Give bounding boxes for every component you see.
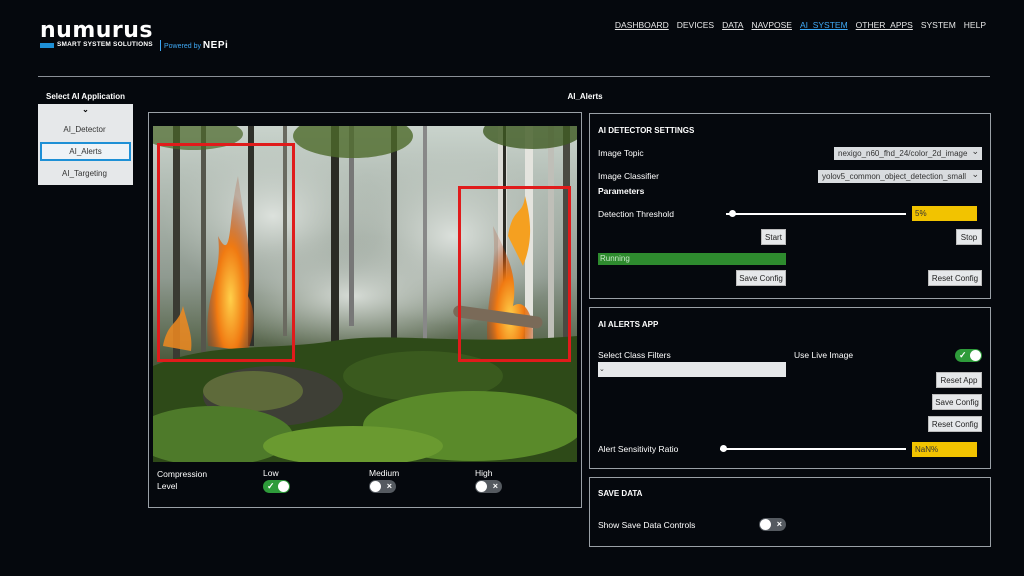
class-filters-label: Select Class Filters <box>598 350 671 360</box>
detection-threshold-label: Detection Threshold <box>598 209 674 219</box>
alerts-save-config-button[interactable]: Save Config <box>932 394 982 410</box>
app-item-ai-targeting[interactable]: AI_Targeting <box>40 165 129 182</box>
reset-app-button[interactable]: Reset App <box>936 372 982 388</box>
compression-low-toggle[interactable]: ✓ <box>263 480 290 493</box>
x-icon: × <box>776 519 782 529</box>
image-topic-label: Image Topic <box>598 148 644 158</box>
stop-button[interactable]: Stop <box>956 229 982 245</box>
compression-medium-label: Medium <box>369 468 400 478</box>
nav-help[interactable]: HELP <box>964 20 986 30</box>
image-viewer-panel: Compression Level Low ✓ Medium × High × <box>148 112 582 508</box>
nepi-logo: NEPi <box>202 40 229 51</box>
reset-config-button[interactable]: Reset Config <box>928 270 982 286</box>
nav-data[interactable]: DATA <box>722 20 743 30</box>
nav-other-apps[interactable]: OTHER_APPS <box>856 20 913 30</box>
detection-threshold-value[interactable]: 5% <box>912 206 977 221</box>
show-save-data-toggle[interactable]: × <box>759 518 786 531</box>
alert-sensitivity-thumb[interactable] <box>720 445 727 452</box>
alert-sensitivity-slider[interactable] <box>720 448 906 450</box>
save-config-button[interactable]: Save Config <box>736 270 786 286</box>
chevron-down-icon[interactable]: ⌄ <box>38 105 133 114</box>
detection-threshold-slider[interactable] <box>726 213 906 215</box>
detector-settings-title: AI DETECTOR SETTINGS <box>598 126 695 135</box>
use-live-image-toggle[interactable]: ✓ <box>955 349 982 362</box>
alerts-reset-config-button[interactable]: Reset Config <box>928 416 982 432</box>
nav-dashboard[interactable]: DASHBOARD <box>615 20 669 30</box>
save-data-title: SAVE DATA <box>598 489 643 498</box>
nav-ai-system[interactable]: AI_SYSTEM <box>800 20 848 30</box>
alerts-app-title: AI ALERTS APP <box>598 320 659 329</box>
ai-alerts-app-panel: AI ALERTS APP Select Class Filters ⌄ Use… <box>589 307 991 469</box>
image-classifier-select[interactable]: yolov5_common_object_detection_small <box>818 168 982 183</box>
class-filters-select[interactable]: ⌄ <box>598 362 786 377</box>
compression-high-label: High <box>475 468 493 478</box>
detection-box-fire-1 <box>157 143 295 362</box>
app-item-ai-detector[interactable]: AI_Detector <box>40 121 129 138</box>
alert-sensitivity-value[interactable]: NaN% <box>912 442 977 457</box>
start-button[interactable]: Start <box>761 229 786 245</box>
logo-tagline: SMART SYSTEM SOLUTIONS <box>57 41 153 48</box>
check-icon: ✓ <box>959 350 967 360</box>
show-save-data-label: Show Save Data Controls <box>598 520 696 530</box>
compression-medium-toggle[interactable]: × <box>369 480 396 493</box>
x-icon: × <box>386 481 392 491</box>
use-live-image-label: Use Live Image <box>794 350 854 360</box>
app-selector-list: ⌄ AI_Detector AI_Alerts AI_Targeting <box>38 104 133 185</box>
numurus-logo: numurus <box>40 18 154 43</box>
check-icon: ✓ <box>267 481 275 491</box>
ai-detector-settings-panel: AI DETECTOR SETTINGS Image Topic nexigo_… <box>589 113 991 299</box>
compression-low-label: Low <box>263 468 279 478</box>
powered-by-nepi: Powered by NEPi <box>160 40 228 51</box>
page-title: AI_Alerts <box>567 92 603 101</box>
image-topic-select[interactable]: nexigo_n60_fhd_24/color_2d_image <box>834 145 982 160</box>
compression-high-toggle[interactable]: × <box>475 480 502 493</box>
app-item-ai-alerts[interactable]: AI_Alerts <box>40 142 131 161</box>
save-data-panel: SAVE DATA Show Save Data Controls × <box>589 477 991 547</box>
parameters-label: Parameters <box>598 186 645 196</box>
detection-threshold-thumb[interactable] <box>729 210 736 217</box>
app-selector-title: Select AI Application <box>46 92 125 101</box>
header-divider <box>38 76 990 77</box>
live-image <box>153 126 577 462</box>
logo-accent-bar <box>40 43 54 48</box>
compression-level-label: Compression Level <box>157 469 208 491</box>
nav-devices[interactable]: DEVICES <box>677 20 714 30</box>
nav-navpose[interactable]: NAVPOSE <box>751 20 791 30</box>
x-icon: × <box>492 481 498 491</box>
powered-prefix: Powered by <box>164 43 201 50</box>
chevron-down-icon: ⌄ <box>599 366 605 373</box>
image-classifier-label: Image Classifier <box>598 171 659 181</box>
detection-box-fire-2 <box>458 186 571 362</box>
nav-system[interactable]: SYSTEM <box>921 20 956 30</box>
alert-sensitivity-label: Alert Sensitivity Ratio <box>598 444 679 454</box>
running-status-bar: Running <box>598 253 786 265</box>
main-nav: DASHBOARD DEVICES DATA NAVPOSE AI_SYSTEM… <box>615 20 986 30</box>
